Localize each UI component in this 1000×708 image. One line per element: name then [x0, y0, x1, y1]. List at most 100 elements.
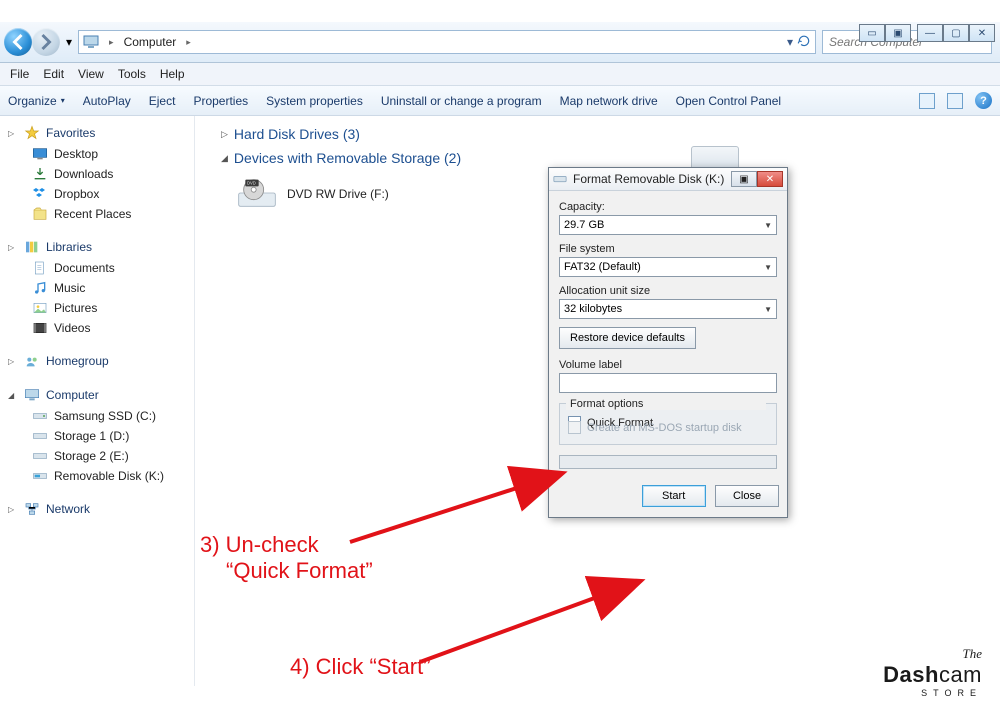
drive-icon — [553, 172, 567, 186]
volume-input[interactable] — [559, 373, 777, 393]
breadcrumb[interactable]: Computer — [124, 35, 177, 49]
sidebar-group-network[interactable]: ▷ Network — [4, 498, 190, 520]
sidebar-item-documents[interactable]: Documents — [4, 258, 190, 278]
dvd-drive-icon: DVD — [237, 178, 277, 210]
allocation-label: Allocation unit size — [559, 285, 777, 297]
address-bar[interactable]: ▸ Computer ▸ ▾ — [78, 30, 816, 54]
collapse-icon: ▷ — [8, 129, 18, 138]
open-control-panel-button[interactable]: Open Control Panel — [676, 94, 781, 108]
dialog-close-button[interactable]: ✕ — [757, 171, 783, 187]
removable-drive-icon — [32, 468, 48, 484]
restore-defaults-button[interactable]: Restore device defaults — [559, 327, 696, 349]
sidebar-group-homegroup[interactable]: ▷ Homegroup — [4, 350, 190, 372]
filesystem-label: File system — [559, 243, 777, 255]
sidebar-item-dropbox[interactable]: Dropbox — [4, 184, 190, 204]
maximize-button[interactable]: ▢ — [943, 24, 969, 42]
annotation-step4: 4) Click “Start” — [290, 654, 431, 680]
menu-edit[interactable]: Edit — [43, 67, 64, 81]
menu-tools[interactable]: Tools — [118, 67, 146, 81]
sidebar-item-desktop[interactable]: Desktop — [4, 144, 190, 164]
format-dialog: Format Removable Disk (K:) ▣ ✕ Capacity:… — [548, 167, 788, 518]
filesystem-select[interactable]: FAT32 (Default)▼ — [559, 257, 777, 277]
overlay-icon[interactable]: ▭ — [859, 24, 885, 42]
refresh-icon[interactable] — [797, 34, 811, 51]
dialog-title: Format Removable Disk (K:) — [573, 172, 724, 186]
collapse-icon: ▷ — [8, 243, 18, 252]
sidebar-group-favorites[interactable]: ▷ Favorites — [4, 122, 190, 144]
annotation-step3: 3) Un-check “Quick Format” — [200, 532, 373, 584]
format-options-legend: Format options — [566, 398, 766, 410]
svg-text:DVD: DVD — [247, 181, 256, 186]
msdos-checkbox: Create an MS-DOS startup disk — [568, 421, 768, 434]
downloads-icon — [32, 166, 48, 182]
help-icon[interactable]: ? — [975, 92, 992, 109]
videos-icon — [32, 320, 48, 336]
forward-button[interactable] — [32, 28, 60, 56]
dropbox-icon — [32, 186, 48, 202]
dialog-overlay-icon[interactable]: ▣ — [731, 171, 757, 187]
star-icon — [24, 125, 40, 141]
allocation-select[interactable]: 32 kilobytes▼ — [559, 299, 777, 319]
progress-bar — [559, 455, 777, 469]
network-icon — [24, 501, 40, 517]
back-button[interactable] — [4, 28, 32, 56]
minimize-button[interactable]: — — [917, 24, 943, 42]
sidebar-item-drive-c[interactable]: Samsung SSD (C:) — [4, 406, 190, 426]
volume-label: Volume label — [559, 359, 777, 371]
chevron-down-icon: ▼ — [764, 305, 772, 314]
sidebar-item-recent[interactable]: Recent Places — [4, 204, 190, 224]
computer-icon — [24, 387, 40, 403]
close-button[interactable]: Close — [715, 485, 779, 507]
music-icon — [32, 280, 48, 296]
logo: The Dashcam STORE — [883, 646, 982, 698]
chevron-down-icon: ▼ — [764, 221, 772, 230]
autoplay-button[interactable]: AutoPlay — [83, 94, 131, 108]
system-properties-button[interactable]: System properties — [266, 94, 363, 108]
start-button[interactable]: Start — [642, 485, 706, 507]
sidebar-item-music[interactable]: Music — [4, 278, 190, 298]
preview-pane-icon[interactable] — [947, 93, 963, 109]
view-options-icon[interactable] — [919, 93, 935, 109]
chevron-down-icon: ▼ — [764, 263, 772, 272]
history-dropdown-icon[interactable]: ▾ — [66, 35, 72, 49]
capacity-label: Capacity: — [559, 201, 777, 213]
properties-button[interactable]: Properties — [193, 94, 248, 108]
sidebar-item-pictures[interactable]: Pictures — [4, 298, 190, 318]
homegroup-icon — [24, 353, 40, 369]
close-button[interactable]: ✕ — [969, 24, 995, 42]
collapse-icon: ▷ — [221, 129, 228, 140]
eject-button[interactable]: Eject — [149, 94, 176, 108]
drive-icon — [32, 448, 48, 464]
desktop-icon — [32, 146, 48, 162]
sidebar-item-drive-d[interactable]: Storage 1 (D:) — [4, 426, 190, 446]
menu-view[interactable]: View — [78, 67, 104, 81]
pictures-icon — [32, 300, 48, 316]
chevron-right-icon: ▸ — [105, 37, 118, 48]
sidebar-group-libraries[interactable]: ▷ Libraries — [4, 236, 190, 258]
documents-icon — [32, 260, 48, 276]
sidebar-item-drive-k[interactable]: Removable Disk (K:) — [4, 466, 190, 486]
sidebar-item-downloads[interactable]: Downloads — [4, 164, 190, 184]
expand-icon: ◢ — [8, 391, 18, 400]
sidebar-item-videos[interactable]: Videos — [4, 318, 190, 338]
collapse-icon: ▷ — [8, 357, 18, 366]
map-drive-button[interactable]: Map network drive — [560, 94, 658, 108]
computer-icon — [83, 33, 99, 52]
overlay-icon[interactable]: ▣ — [885, 24, 911, 42]
menu-file[interactable]: File — [10, 67, 29, 81]
organize-button[interactable]: Organize ▾ — [8, 94, 65, 108]
breadcrumb-dropdown-icon[interactable]: ▾ — [787, 35, 793, 49]
sidebar-group-computer[interactable]: ◢ Computer — [4, 384, 190, 406]
chevron-right-icon[interactable]: ▸ — [182, 37, 195, 48]
capacity-select[interactable]: 29.7 GB▼ — [559, 215, 777, 235]
collapse-icon: ▷ — [8, 505, 18, 514]
libraries-icon — [24, 239, 40, 255]
recent-icon — [32, 206, 48, 222]
drive-icon — [32, 428, 48, 444]
menu-help[interactable]: Help — [160, 67, 185, 81]
drive-icon — [32, 408, 48, 424]
expand-icon: ◢ — [221, 153, 228, 164]
section-hdd[interactable]: ▷Hard Disk Drives (3) — [207, 122, 988, 146]
sidebar-item-drive-e[interactable]: Storage 2 (E:) — [4, 446, 190, 466]
uninstall-button[interactable]: Uninstall or change a program — [381, 94, 542, 108]
